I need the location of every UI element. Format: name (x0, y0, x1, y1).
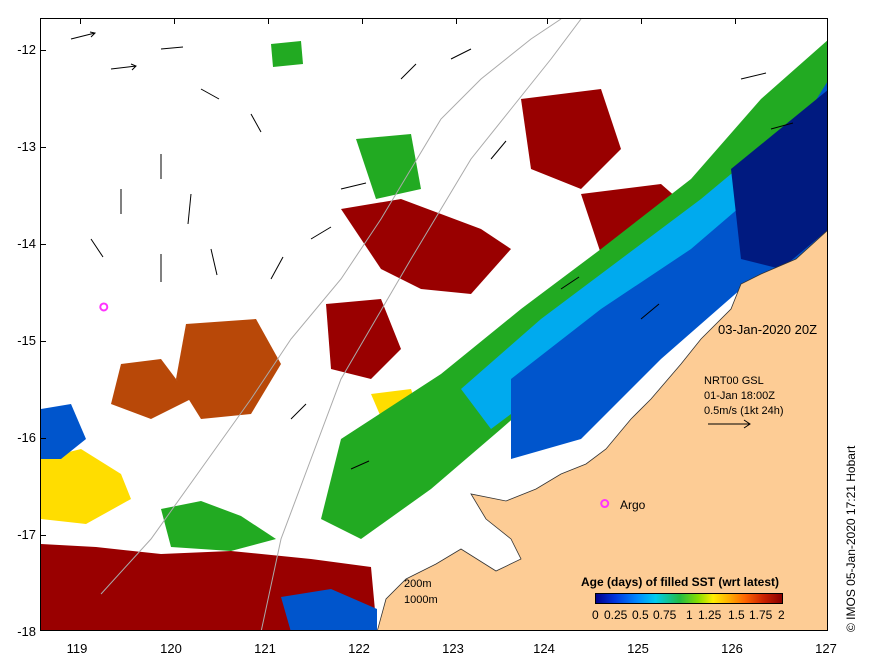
argo-label: Argo (620, 498, 646, 512)
argo-float-marker[interactable] (600, 499, 610, 509)
product-time: 01-Jan 18:00Z (704, 390, 775, 402)
colorbar-tick-075: 0.75 (653, 608, 677, 622)
depth-label-1000m: 1000m (404, 594, 438, 606)
colorbar-tick-05: 0.5 (632, 608, 649, 622)
colorbar-tick-2: 2 (778, 608, 785, 622)
depth-legend: 200m 1000m (404, 576, 438, 608)
current-scale-label: 0.5m/s (1kt 24h) (704, 405, 784, 417)
current-scale-arrow-icon (708, 419, 751, 429)
product-info: NRT00 GSL 01-Jan 18:00Z 0.5m/s (1kt 24h) (704, 374, 783, 434)
depth-label-200m: 200m (404, 578, 432, 590)
argo-float-marker[interactable] (99, 302, 109, 312)
product-label: NRT00 GSL (704, 375, 764, 387)
map-date-label: 03-Jan-2020 20Z (718, 322, 818, 337)
colorbar-tick-15: 1.5 (728, 608, 745, 622)
colorbar-tick-0: 0 (592, 608, 599, 622)
colorbar-tick-025: 0.25 (604, 608, 628, 622)
colorbar-tick-125: 1.25 (698, 608, 722, 622)
age-colorbar (595, 593, 783, 604)
colorbar-title: Age (days) of filled SST (wrt latest) (581, 575, 780, 589)
copyright-label: © IMOS 05-Jan-2020 17:21 Hobart (844, 445, 858, 632)
colorbar-tick-175: 1.75 (749, 608, 773, 622)
colorbar-tick-1: 1 (686, 608, 693, 622)
